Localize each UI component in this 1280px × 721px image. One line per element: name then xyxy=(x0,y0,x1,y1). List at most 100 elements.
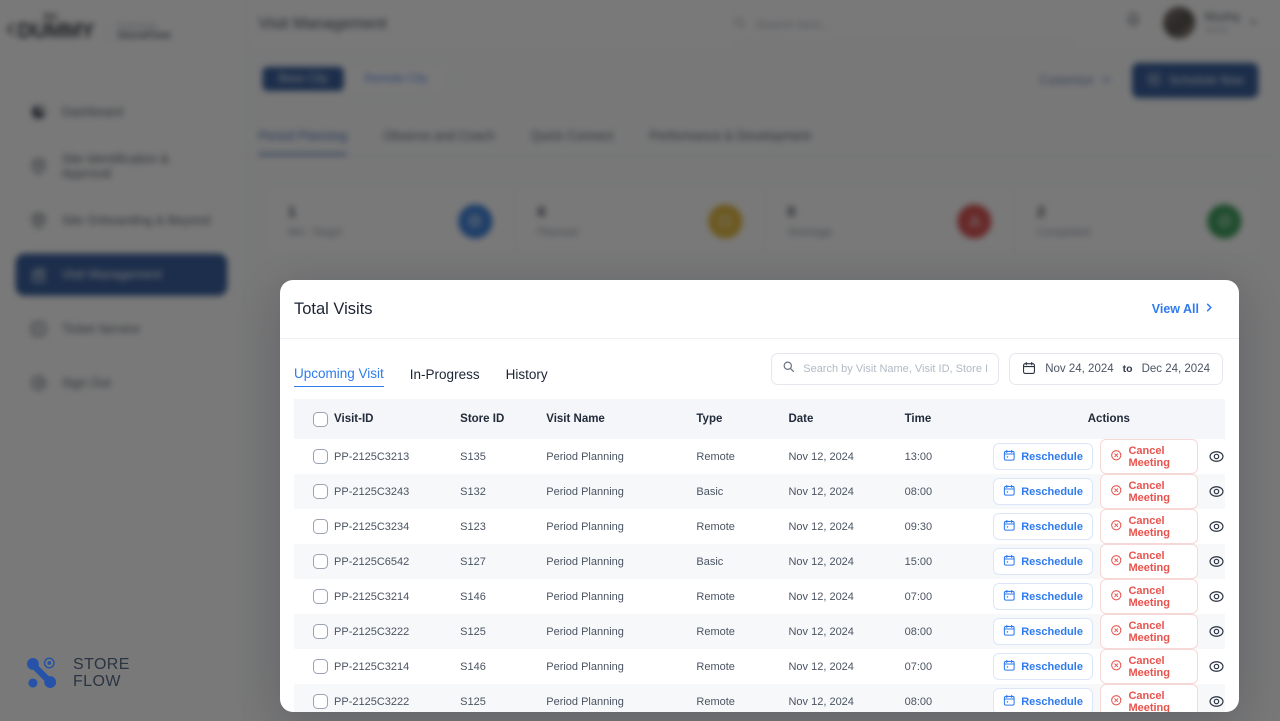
table-row[interactable]: PP-2125C3243 S132 Period Planning Basic … xyxy=(294,474,1225,509)
row-checkbox[interactable] xyxy=(313,694,328,709)
modal-tab-in-progress[interactable]: In-Progress xyxy=(410,367,480,387)
table-row[interactable]: PP-2125C3214 S146 Period Planning Remote… xyxy=(294,649,1225,684)
calendar-icon xyxy=(1003,624,1016,640)
table-row[interactable]: PP-2125C3214 S146 Period Planning Remote… xyxy=(294,579,1225,614)
date-range-start: Nov 24, 2024 xyxy=(1045,363,1114,375)
row-checkbox[interactable] xyxy=(313,484,328,499)
cancel-meeting-button[interactable]: Cancel Meeting xyxy=(1099,684,1198,712)
total-visits-modal: Total Visits View All Upcoming Visit In-… xyxy=(280,280,1239,712)
x-circle-icon xyxy=(1110,589,1123,605)
date-range-picker[interactable]: Nov 24, 2024 to Dec 24, 2024 xyxy=(1009,353,1223,385)
column-header-time[interactable]: Time xyxy=(905,399,993,439)
cancel-meeting-button[interactable]: Cancel Meeting xyxy=(1099,474,1198,509)
cell-date: Nov 12, 2024 xyxy=(788,520,854,533)
visit-search-box[interactable] xyxy=(771,353,1000,385)
calendar-icon xyxy=(1003,694,1016,710)
cancel-meeting-button[interactable]: Cancel Meeting xyxy=(1099,614,1198,649)
modal-tab-history[interactable]: History xyxy=(506,367,548,387)
row-checkbox[interactable] xyxy=(313,659,328,674)
cancel-meeting-button[interactable]: Cancel Meeting xyxy=(1099,439,1198,474)
select-all-checkbox[interactable] xyxy=(313,411,328,427)
cancel-meeting-button[interactable]: Cancel Meeting xyxy=(1099,579,1198,614)
eye-icon[interactable] xyxy=(1205,588,1225,605)
eye-icon[interactable] xyxy=(1205,553,1225,570)
column-header-visit-id[interactable]: Visit-ID xyxy=(334,399,460,439)
cell-actions: Reschedule Cancel Meeting xyxy=(992,439,1225,474)
cell-time: 08:00 xyxy=(904,625,933,638)
cell-type: Remote xyxy=(696,520,735,533)
row-select-cell xyxy=(294,474,334,509)
table-row[interactable]: PP-2125C6542 S127 Period Planning Basic … xyxy=(294,544,1225,579)
column-header-visit-name[interactable]: Visit Name xyxy=(546,399,696,439)
reschedule-button[interactable]: Reschedule xyxy=(992,583,1093,610)
row-checkbox[interactable] xyxy=(313,589,328,604)
visits-table-body: PP-2125C3213 S135 Period Planning Remote… xyxy=(294,439,1225,712)
cancel-meeting-button[interactable]: Cancel Meeting xyxy=(1099,509,1198,544)
view-all-link[interactable]: View All xyxy=(1152,302,1215,316)
visit-search-input[interactable] xyxy=(803,363,989,375)
chevron-right-icon xyxy=(1204,302,1215,316)
storeflow-line1: STORE xyxy=(73,656,130,673)
reschedule-button[interactable]: Reschedule xyxy=(992,513,1093,540)
reschedule-button[interactable]: Reschedule xyxy=(992,653,1093,680)
x-circle-icon xyxy=(1110,659,1123,675)
table-header-row: Visit-ID Store ID Visit Name Type Date T… xyxy=(294,399,1225,439)
cancel-meeting-label: Cancel Meeting xyxy=(1128,479,1170,504)
column-header-date[interactable]: Date xyxy=(788,399,904,439)
row-action-group: Reschedule Cancel Meeting xyxy=(992,649,1225,684)
cancel-meeting-label: Cancel Meeting xyxy=(1128,584,1170,609)
cell-actions: Reschedule Cancel Meeting xyxy=(992,579,1225,614)
eye-icon[interactable] xyxy=(1205,623,1225,640)
cell-date: Nov 12, 2024 xyxy=(788,555,854,568)
calendar-icon xyxy=(1003,589,1016,605)
x-circle-icon xyxy=(1110,624,1123,640)
cell-visit-name: Period Planning xyxy=(546,695,624,708)
reschedule-label: Reschedule xyxy=(1021,450,1083,463)
cell-time: 07:00 xyxy=(904,590,933,603)
row-checkbox[interactable] xyxy=(313,554,328,569)
eye-icon[interactable] xyxy=(1205,693,1225,710)
x-circle-icon xyxy=(1110,694,1123,710)
eye-icon[interactable] xyxy=(1205,483,1225,500)
row-checkbox[interactable] xyxy=(313,449,328,464)
cell-visit-id: PP-2125C3234 xyxy=(334,520,410,533)
modal-header: Total Visits View All xyxy=(280,280,1239,339)
table-row[interactable]: PP-2125C3234 S123 Period Planning Remote… xyxy=(294,509,1225,544)
cell-visit-name: Period Planning xyxy=(546,485,624,498)
row-action-group: Reschedule Cancel Meeting xyxy=(992,579,1225,614)
cell-time: 07:00 xyxy=(904,660,933,673)
column-header-type[interactable]: Type xyxy=(696,399,788,439)
reschedule-button[interactable]: Reschedule xyxy=(992,443,1093,470)
modal-title: Total Visits xyxy=(294,299,373,318)
eye-icon[interactable] xyxy=(1205,658,1225,675)
eye-icon[interactable] xyxy=(1205,448,1225,465)
cancel-meeting-label: Cancel Meeting xyxy=(1128,654,1170,679)
reschedule-button[interactable]: Reschedule xyxy=(992,478,1093,505)
row-action-group: Reschedule Cancel Meeting xyxy=(992,614,1225,649)
calendar-icon xyxy=(1003,449,1016,465)
select-all-header xyxy=(294,399,334,439)
column-header-store-id[interactable]: Store ID xyxy=(460,399,546,439)
reschedule-button[interactable]: Reschedule xyxy=(992,688,1093,712)
row-checkbox[interactable] xyxy=(313,519,328,534)
x-circle-icon xyxy=(1110,554,1123,570)
eye-icon[interactable] xyxy=(1205,518,1225,535)
table-row[interactable]: PP-2125C3222 S125 Period Planning Remote… xyxy=(294,614,1225,649)
cell-visit-id: PP-2125C3222 xyxy=(334,695,410,708)
row-checkbox[interactable] xyxy=(313,624,328,639)
table-row[interactable]: PP-2125C3213 S135 Period Planning Remote… xyxy=(294,439,1225,474)
storeflow-mark-icon xyxy=(27,657,57,688)
view-all-label: View All xyxy=(1151,302,1199,316)
reschedule-button[interactable]: Reschedule xyxy=(992,548,1093,575)
reschedule-button[interactable]: Reschedule xyxy=(992,618,1093,645)
table-row[interactable]: PP-2125C3222 S125 Period Planning Remote… xyxy=(294,684,1225,712)
cell-type: Remote xyxy=(696,450,735,463)
cell-store-id: S123 xyxy=(460,520,486,533)
row-action-group: Reschedule Cancel Meeting xyxy=(992,684,1225,712)
cancel-meeting-button[interactable]: Cancel Meeting xyxy=(1099,544,1198,579)
modal-tab-upcoming-visit[interactable]: Upcoming Visit xyxy=(294,366,384,387)
cell-date: Nov 12, 2024 xyxy=(788,660,854,673)
cancel-meeting-button[interactable]: Cancel Meeting xyxy=(1099,649,1198,684)
cell-time: 09:30 xyxy=(904,520,933,533)
calendar-icon xyxy=(1022,361,1036,378)
